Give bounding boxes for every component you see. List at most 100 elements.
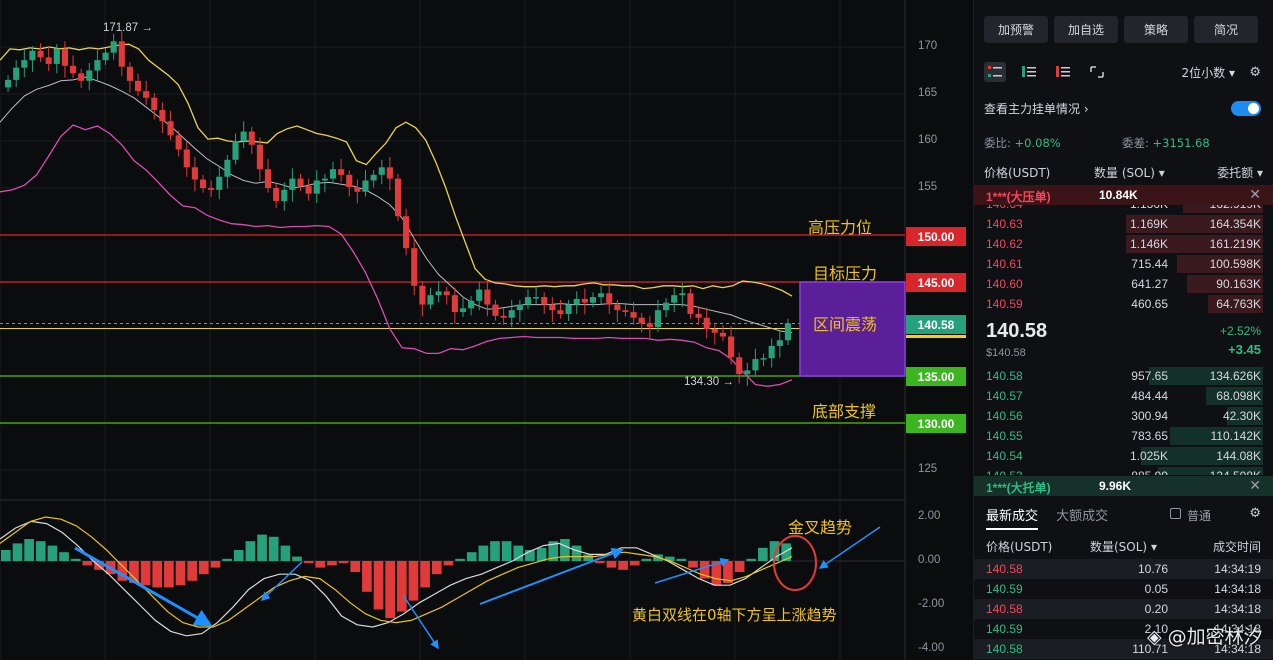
trade-row: 140.59 0.05 14:34:18 bbox=[974, 579, 1273, 599]
order-book-header: 价格(USDT) 数量 (SOL) ▾ 委托额 ▾ bbox=[984, 164, 1263, 180]
macd-histogram-bar bbox=[571, 545, 582, 561]
tab-large-trades[interactable]: 大额成交 bbox=[1056, 509, 1108, 524]
candle-body bbox=[752, 359, 759, 371]
candle-body bbox=[94, 60, 101, 71]
logo-icon: ◈ bbox=[1147, 626, 1162, 648]
candle-body bbox=[305, 186, 312, 194]
macd-histogram-bar bbox=[420, 561, 430, 588]
candle-body bbox=[419, 285, 426, 305]
candle-body bbox=[191, 167, 198, 180]
asks-view-icon[interactable] bbox=[1052, 62, 1074, 82]
macd-histogram-bar bbox=[443, 561, 454, 566]
trade-qty: 0.05 bbox=[1144, 582, 1168, 596]
settings-gear-icon[interactable]: ⚙ bbox=[1249, 64, 1261, 80]
ask-row[interactable]: 140.63 1.169K 164.354K bbox=[974, 214, 1273, 234]
candle-body bbox=[224, 159, 231, 177]
macd-histogram-bar bbox=[292, 556, 302, 561]
both-sides-view-icon[interactable] bbox=[984, 62, 1006, 82]
price-tag-current: 140.58 bbox=[906, 315, 966, 334]
ask-row[interactable]: 140.62 1.146K 161.219K bbox=[974, 234, 1273, 254]
price-tick-160: 160 bbox=[918, 134, 938, 146]
candle-body bbox=[663, 302, 670, 311]
col-qty[interactable]: 数量 (SOL) ▾ bbox=[1094, 164, 1165, 181]
macd-histogram-bar bbox=[315, 561, 326, 568]
price-tick-170: 170 bbox=[918, 40, 938, 52]
candle-body bbox=[13, 67, 20, 80]
trade-price: 140.59 bbox=[986, 622, 1023, 636]
order-qty: 1.169K bbox=[1129, 217, 1168, 231]
expand-icon[interactable] bbox=[1086, 62, 1108, 82]
top-button-row: 加预警 加自选 策略 简况 bbox=[984, 16, 1258, 43]
candle-body bbox=[492, 304, 499, 316]
bid-row[interactable]: 140.56 300.94 42.30K bbox=[974, 406, 1273, 426]
bid-row[interactable]: 140.54 1.025K 144.08K bbox=[974, 446, 1273, 466]
col-total[interactable]: 委托额 ▾ bbox=[1217, 164, 1263, 181]
order-price: 140.57 bbox=[986, 389, 1023, 403]
order-qty: 484.44 bbox=[1131, 389, 1168, 403]
bid-row[interactable]: 140.55 783.65 110.142K bbox=[974, 426, 1273, 446]
order-price: 140.63 bbox=[986, 217, 1023, 231]
candle-body bbox=[126, 66, 133, 81]
candle-body bbox=[614, 304, 621, 311]
candle-body bbox=[703, 317, 710, 329]
ask-row[interactable]: 140.59 460.65 64.763K bbox=[974, 294, 1273, 314]
main-orders-setting[interactable]: 查看主力挂单情况 › bbox=[984, 100, 1089, 117]
bid-row[interactable]: 140.57 484.44 68.098K bbox=[974, 386, 1273, 406]
close-icon[interactable]: ✕ bbox=[1249, 477, 1261, 494]
macd-histogram-bar bbox=[583, 554, 593, 561]
main-orders-toggle[interactable] bbox=[1231, 101, 1261, 116]
order-qty: 300.94 bbox=[1131, 409, 1168, 423]
macd-histogram-bar bbox=[82, 561, 93, 566]
candle-body bbox=[167, 121, 174, 136]
order-total: 161.219K bbox=[1209, 237, 1261, 251]
macd-histogram-bar bbox=[245, 541, 256, 561]
decimals-select[interactable]: 2位小数 ▾ bbox=[1182, 64, 1236, 81]
range-label: 区间震荡 bbox=[813, 315, 878, 334]
ask-row[interactable]: 140.61 715.44 100.598K bbox=[974, 254, 1273, 274]
normal-checkbox[interactable] bbox=[1170, 508, 1181, 519]
candle-body bbox=[102, 52, 109, 61]
bid-row[interactable]: 140.58 957.65 134.626K bbox=[974, 366, 1273, 386]
candle-body bbox=[459, 308, 467, 313]
order-price: 140.55 bbox=[986, 429, 1023, 443]
trade-col-qty[interactable]: 数量(SOL) ▾ bbox=[1090, 538, 1157, 555]
macd-histogram-bar bbox=[781, 543, 791, 561]
tab-latest-trades[interactable]: 最新成交 bbox=[986, 509, 1039, 530]
big-bid-bar[interactable]: 1***(大托单) 9.96K ✕ bbox=[974, 476, 1273, 496]
strategy-button[interactable]: 策略 bbox=[1124, 16, 1188, 43]
add-watchlist-button[interactable]: 加自选 bbox=[1054, 16, 1118, 43]
macd-histogram-bar bbox=[222, 558, 232, 561]
col-price: 价格(USDT) bbox=[984, 166, 1051, 180]
candle-body bbox=[329, 169, 337, 179]
order-total: 164.354K bbox=[1209, 217, 1261, 231]
bids-view-icon[interactable] bbox=[1018, 62, 1040, 82]
candle-body bbox=[403, 216, 410, 249]
trade-price: 140.58 bbox=[986, 642, 1023, 656]
candle-body bbox=[687, 293, 694, 314]
watermark: ◈ @加密林汐 bbox=[1147, 626, 1263, 648]
add-alert-button[interactable]: 加预警 bbox=[984, 16, 1048, 43]
macd-histogram-bar bbox=[35, 541, 46, 561]
big-ask-bar[interactable]: 1***(大压单) 10.84K ✕ bbox=[974, 185, 1273, 205]
order-total: 68.098K bbox=[1216, 389, 1261, 403]
candle-body bbox=[394, 178, 402, 217]
macd-histogram-bar bbox=[152, 561, 163, 588]
candle-body bbox=[719, 332, 727, 337]
ask-row[interactable]: 140.60 641.27 90.163K bbox=[974, 274, 1273, 294]
trade-settings-icon[interactable]: ⚙ bbox=[1249, 505, 1261, 521]
candle-body bbox=[451, 295, 458, 313]
dropdown-caret-icon: ▾ bbox=[1228, 66, 1235, 80]
candle-body bbox=[760, 358, 767, 360]
order-price: 140.54 bbox=[986, 449, 1023, 463]
order-qty: 1.025K bbox=[1129, 449, 1168, 463]
overview-button[interactable]: 简况 bbox=[1194, 16, 1258, 43]
last-price: 140.58 bbox=[986, 320, 1048, 342]
macd-histogram-bar bbox=[490, 541, 500, 561]
close-icon[interactable]: ✕ bbox=[1249, 186, 1261, 203]
candle-body bbox=[346, 174, 353, 188]
candle-body bbox=[784, 323, 791, 341]
macd-histogram-bar bbox=[70, 558, 81, 561]
normal-label: 普通 bbox=[1187, 509, 1212, 523]
candle-body bbox=[565, 304, 572, 314]
candle-body bbox=[362, 180, 369, 192]
